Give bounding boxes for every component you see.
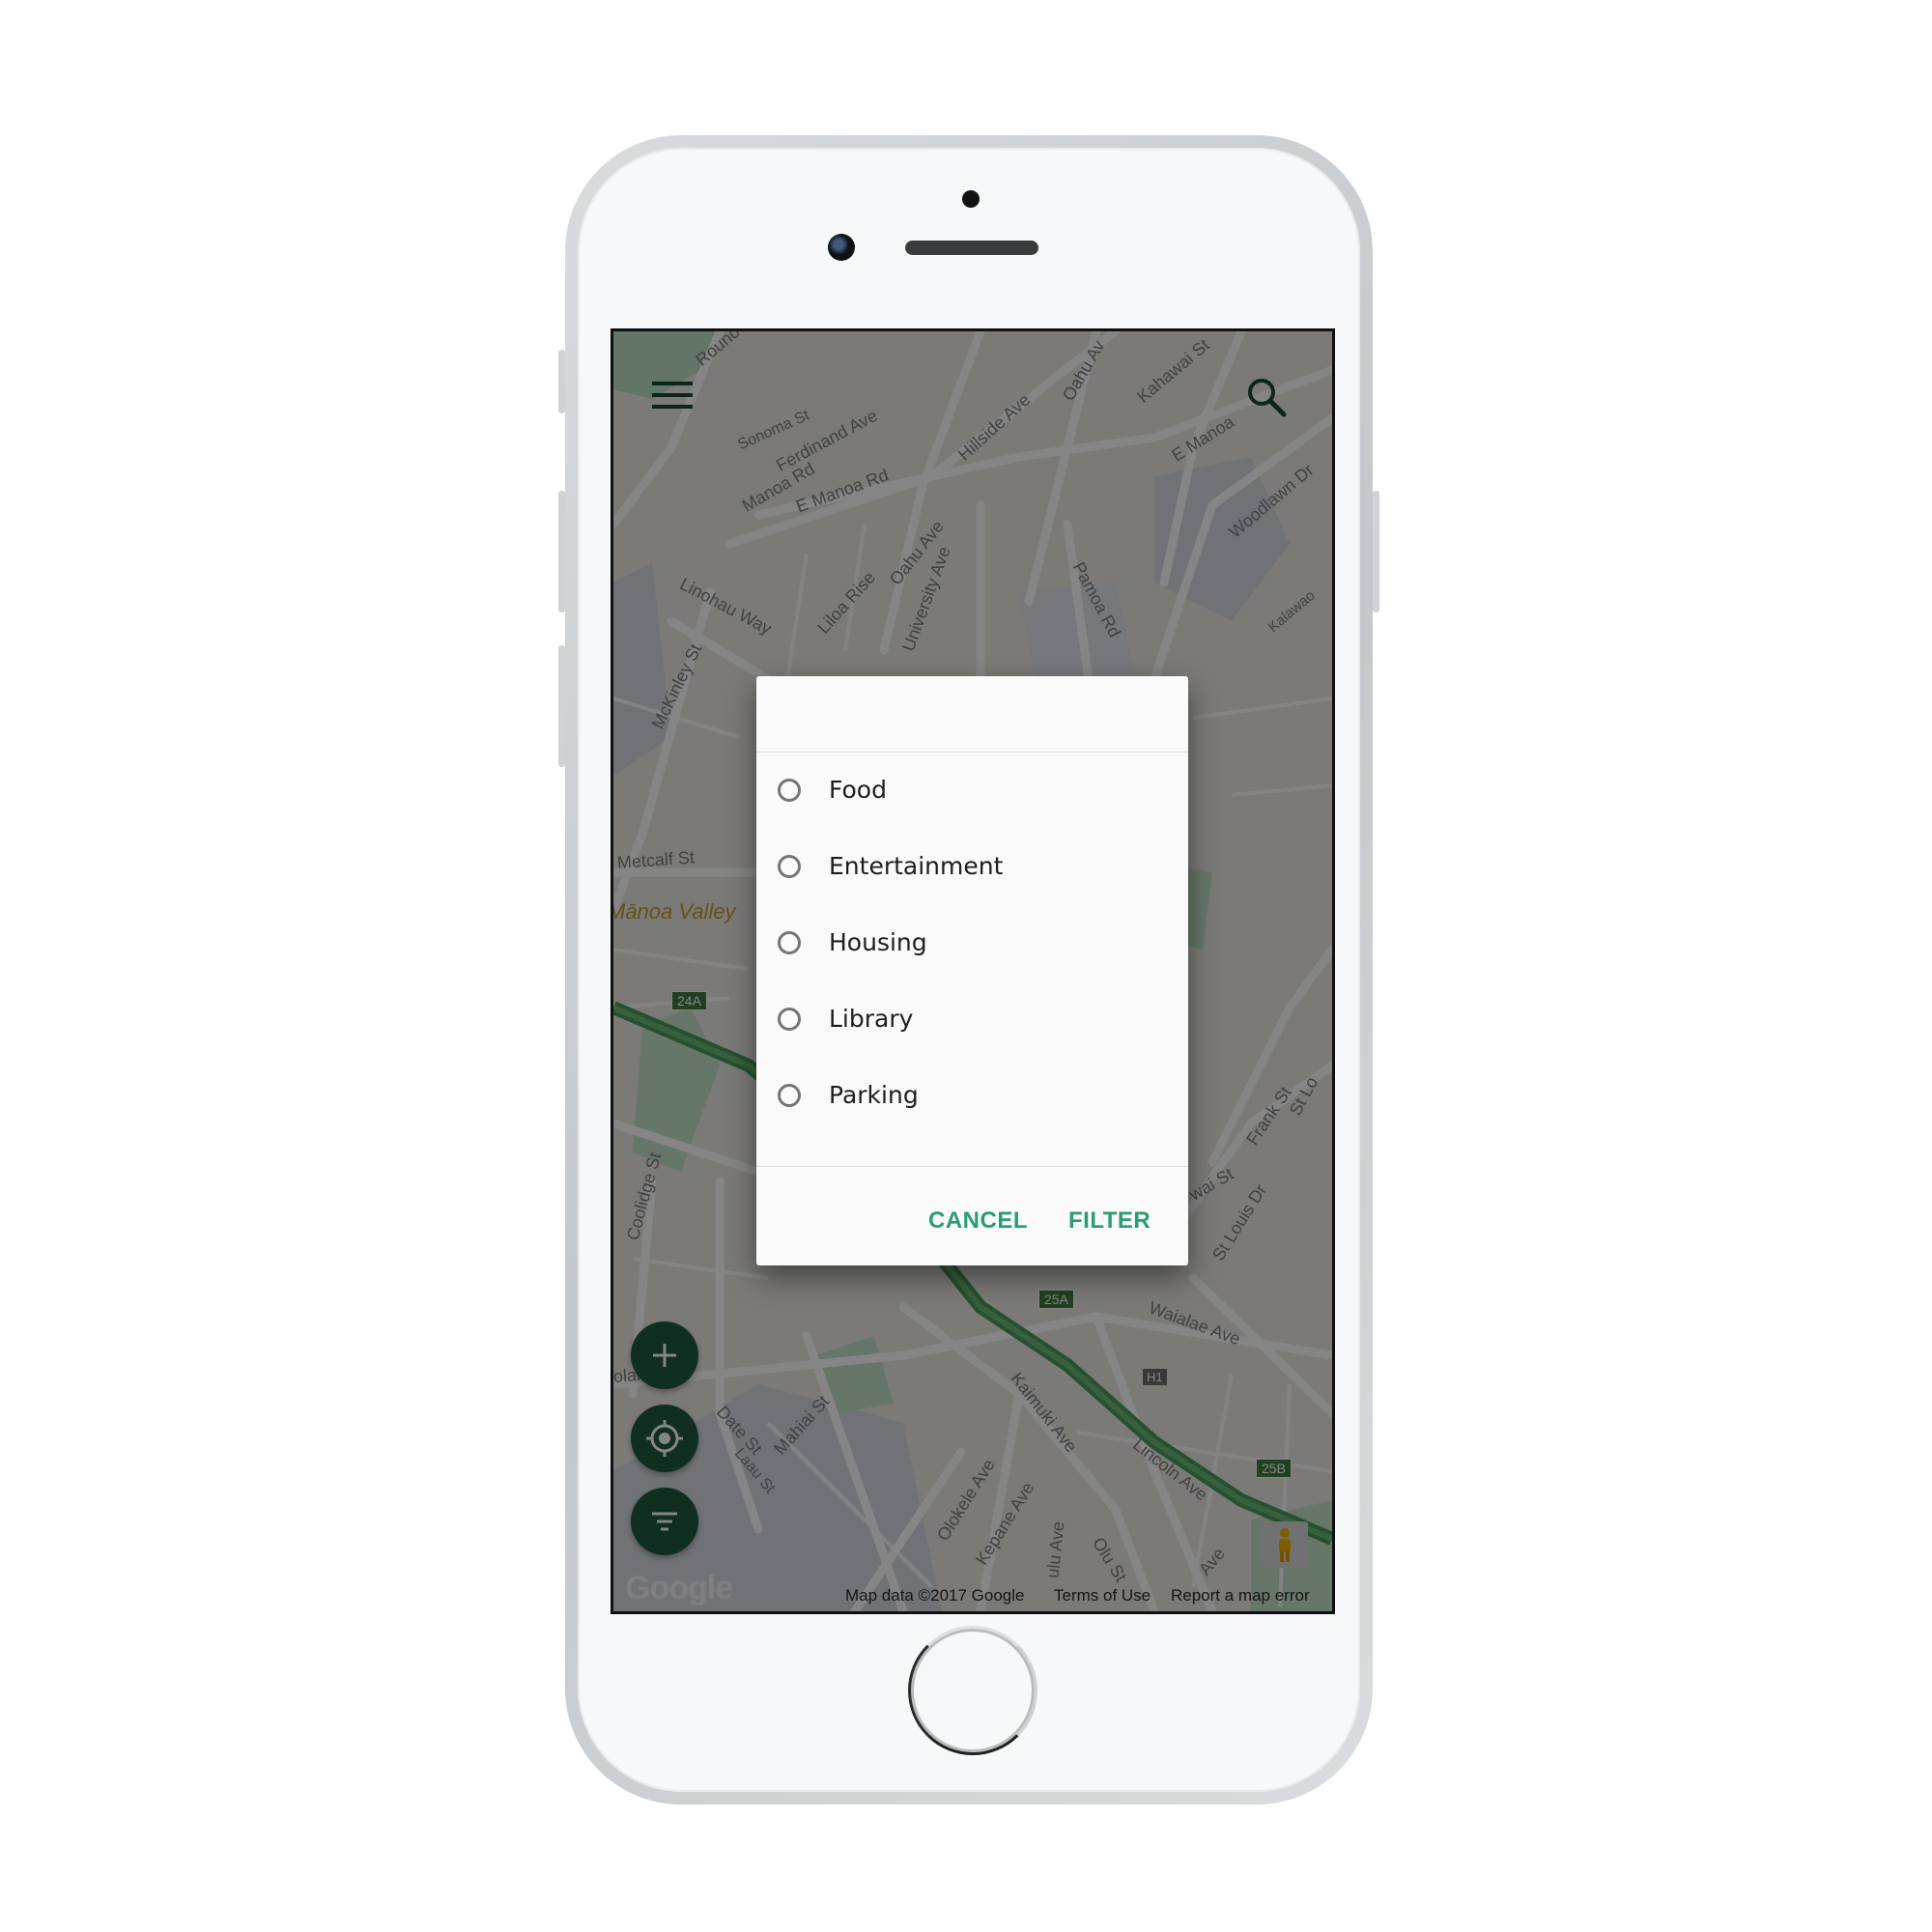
radio-button[interactable] bbox=[778, 931, 801, 954]
home-button[interactable] bbox=[908, 1626, 1037, 1755]
dialog-divider bbox=[756, 1166, 1188, 1167]
filter-button[interactable]: FILTER bbox=[1068, 1208, 1151, 1235]
radio-button[interactable] bbox=[778, 1084, 801, 1107]
front-camera bbox=[828, 234, 855, 261]
option-label: Food bbox=[829, 776, 887, 804]
radio-button[interactable] bbox=[778, 779, 801, 802]
proximity-sensor bbox=[962, 190, 980, 208]
radio-button[interactable] bbox=[778, 855, 801, 878]
option-label: Housing bbox=[829, 928, 927, 956]
option-label: Entertainment bbox=[829, 852, 1004, 880]
option-parking[interactable]: Parking bbox=[756, 1059, 1188, 1135]
dialog-title bbox=[756, 676, 1188, 753]
volume-down-button bbox=[558, 645, 565, 767]
option-label: Parking bbox=[829, 1081, 919, 1109]
volume-up-button bbox=[558, 491, 565, 612]
option-label: Library bbox=[829, 1005, 914, 1033]
app-screen: Rouno Sonoma St Ferdinand Ave Manoa Rd E… bbox=[611, 328, 1335, 1614]
option-food[interactable]: Food bbox=[756, 753, 1188, 830]
mute-switch bbox=[558, 350, 565, 413]
option-entertainment[interactable]: Entertainment bbox=[756, 830, 1188, 906]
earpiece-speaker bbox=[905, 241, 1038, 255]
filter-dialog: Food Entertainment Housing Library Parki… bbox=[756, 676, 1188, 1265]
cancel-button[interactable]: CANCEL bbox=[928, 1208, 1028, 1235]
power-button bbox=[1373, 491, 1379, 612]
option-housing[interactable]: Housing bbox=[756, 906, 1188, 982]
radio-button[interactable] bbox=[778, 1008, 801, 1031]
option-library[interactable]: Library bbox=[756, 982, 1188, 1059]
